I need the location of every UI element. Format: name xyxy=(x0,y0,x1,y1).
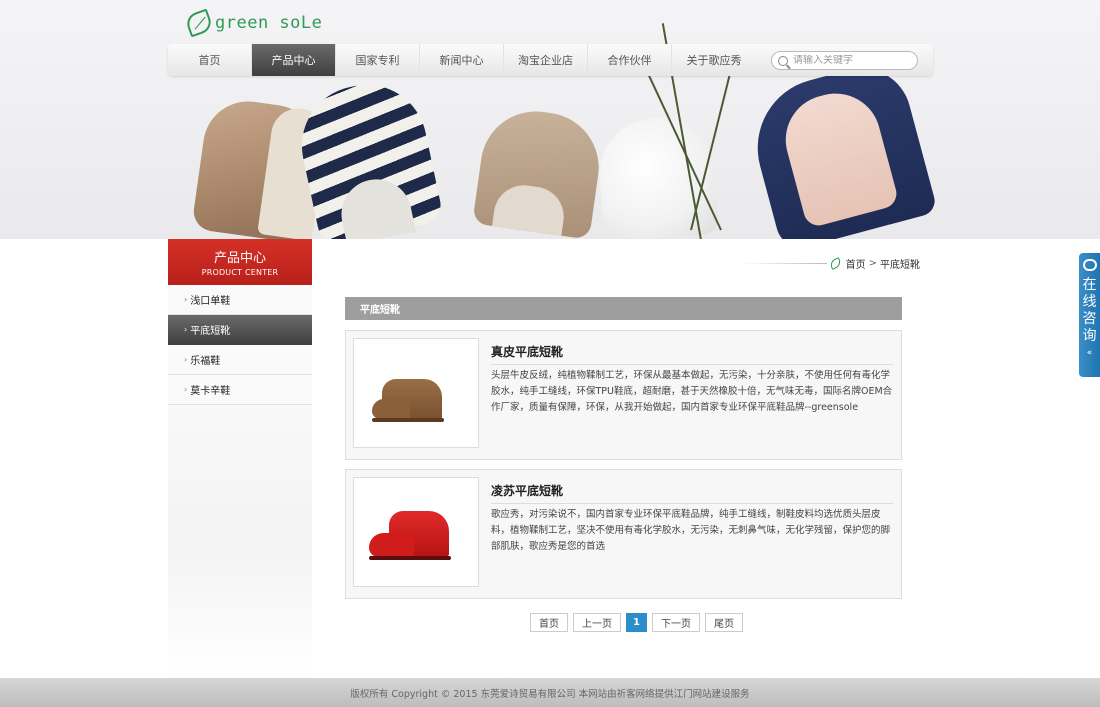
leaf-logo-icon xyxy=(183,8,215,38)
breadcrumb-separator: > xyxy=(868,257,877,269)
breadcrumb-current: 平底短靴 xyxy=(880,259,920,271)
breadcrumb: 首页 > 平底短靴 xyxy=(740,256,920,271)
header-banner: green soLe 首页 产品中心 国家专利 新闻中心 淘宝企业店 合作伙伴 … xyxy=(0,0,1100,239)
online-consult-button[interactable]: 在线咨询 « xyxy=(1079,253,1100,377)
product-description: 头层牛皮反绒，纯植物鞣制工艺，环保从最基本做起，无污染，十分亲肤，不使用任何有毒… xyxy=(491,370,893,413)
search-input[interactable] xyxy=(793,55,913,66)
arrow-right-icon: › xyxy=(184,385,188,394)
logo-text: green soLe xyxy=(215,13,323,33)
site-logo[interactable]: green soLe xyxy=(183,8,323,38)
sidebar: 产品中心 PRODUCT CENTER › 浅口单鞋 › 平底短靴 › 乐福鞋 … xyxy=(168,239,312,678)
footer-copyright: 版权所有 Copyright © 2015 东莞爱诗贸易有限公司 本网站由祈客网… xyxy=(350,688,750,700)
search-box xyxy=(771,51,918,70)
product-image[interactable] xyxy=(353,477,479,587)
leaf-icon xyxy=(828,256,842,270)
sidebar-header: 产品中心 PRODUCT CENTER xyxy=(168,239,312,285)
product-description: 歌应秀，对污染说不，国内首家专业环保平底鞋品牌，纯手工缝线，制鞋皮料均选优质头层… xyxy=(491,509,891,552)
product-image[interactable] xyxy=(353,338,479,448)
nav-home[interactable]: 首页 xyxy=(168,44,252,76)
product-card[interactable]: 凌苏平底短靴 歌应秀，对污染说不，国内首家专业环保平底鞋品牌，纯手工缝线，制鞋皮… xyxy=(345,469,902,599)
banner-shoe-tan xyxy=(191,95,330,239)
main-nav: 首页 产品中心 国家专利 新闻中心 淘宝企业店 合作伙伴 关于歌应秀 xyxy=(168,44,933,76)
nav-about[interactable]: 关于歌应秀 xyxy=(672,44,756,76)
page-prev-button[interactable]: 上一页 xyxy=(573,613,621,632)
arrow-right-icon: › xyxy=(184,325,188,334)
nav-product-center[interactable]: 产品中心 xyxy=(252,44,336,76)
online-consult-label: 在线咨询 xyxy=(1082,277,1097,344)
nav-taobao-store[interactable]: 淘宝企业店 xyxy=(504,44,588,76)
chat-bubble-icon xyxy=(1082,259,1097,271)
page-last-button[interactable]: 尾页 xyxy=(704,613,743,632)
page-next-button[interactable]: 下一页 xyxy=(651,613,700,632)
nav-partners[interactable]: 合作伙伴 xyxy=(588,44,672,76)
breadcrumb-divider xyxy=(741,262,827,264)
search-icon[interactable] xyxy=(778,55,788,66)
section-title: 平底短靴 xyxy=(345,297,902,320)
nav-news[interactable]: 新闻中心 xyxy=(420,44,504,76)
footer: 版权所有 Copyright © 2015 东莞爱诗贸易有限公司 本网站由祈客网… xyxy=(0,678,1100,707)
product-title[interactable]: 凌苏平底短靴 xyxy=(491,482,893,504)
arrow-right-icon: › xyxy=(184,295,188,304)
sidebar-subtitle: PRODUCT CENTER xyxy=(201,268,279,277)
sidebar-item-pumps[interactable]: › 浅口单鞋 xyxy=(168,285,312,315)
sidebar-item-label: 浅口单鞋 xyxy=(190,296,231,307)
collapse-icon[interactable]: « xyxy=(1087,348,1093,358)
page-current-button[interactable]: 1 xyxy=(626,613,647,632)
sidebar-item-flat-boots[interactable]: › 平底短靴 xyxy=(168,315,312,345)
page-first-button[interactable]: 首页 xyxy=(530,613,568,632)
nav-patents[interactable]: 国家专利 xyxy=(336,44,420,76)
arrow-right-icon: › xyxy=(184,355,188,364)
product-card[interactable]: 真皮平底短靴 头层牛皮反绒，纯植物鞣制工艺，环保从最基本做起，无污染，十分亲肤，… xyxy=(345,330,902,460)
sidebar-item-moccasins[interactable]: › 莫卡辛鞋 xyxy=(168,375,312,405)
sidebar-item-label: 乐福鞋 xyxy=(190,356,221,367)
sidebar-item-label: 莫卡辛鞋 xyxy=(190,386,231,397)
banner-shoe-white-lace xyxy=(595,114,720,239)
sidebar-item-label: 平底短靴 xyxy=(190,326,231,337)
breadcrumb-home[interactable]: 首页 xyxy=(846,256,866,271)
banner-shoe-linen xyxy=(472,104,606,239)
product-title[interactable]: 真皮平底短靴 xyxy=(491,343,893,365)
pagination: 首页 上一页 1 下一页 尾页 xyxy=(530,613,743,632)
banner-shoe-denim xyxy=(742,57,938,239)
sidebar-title: 产品中心 xyxy=(213,251,266,266)
sidebar-item-loafers[interactable]: › 乐福鞋 xyxy=(168,345,312,375)
